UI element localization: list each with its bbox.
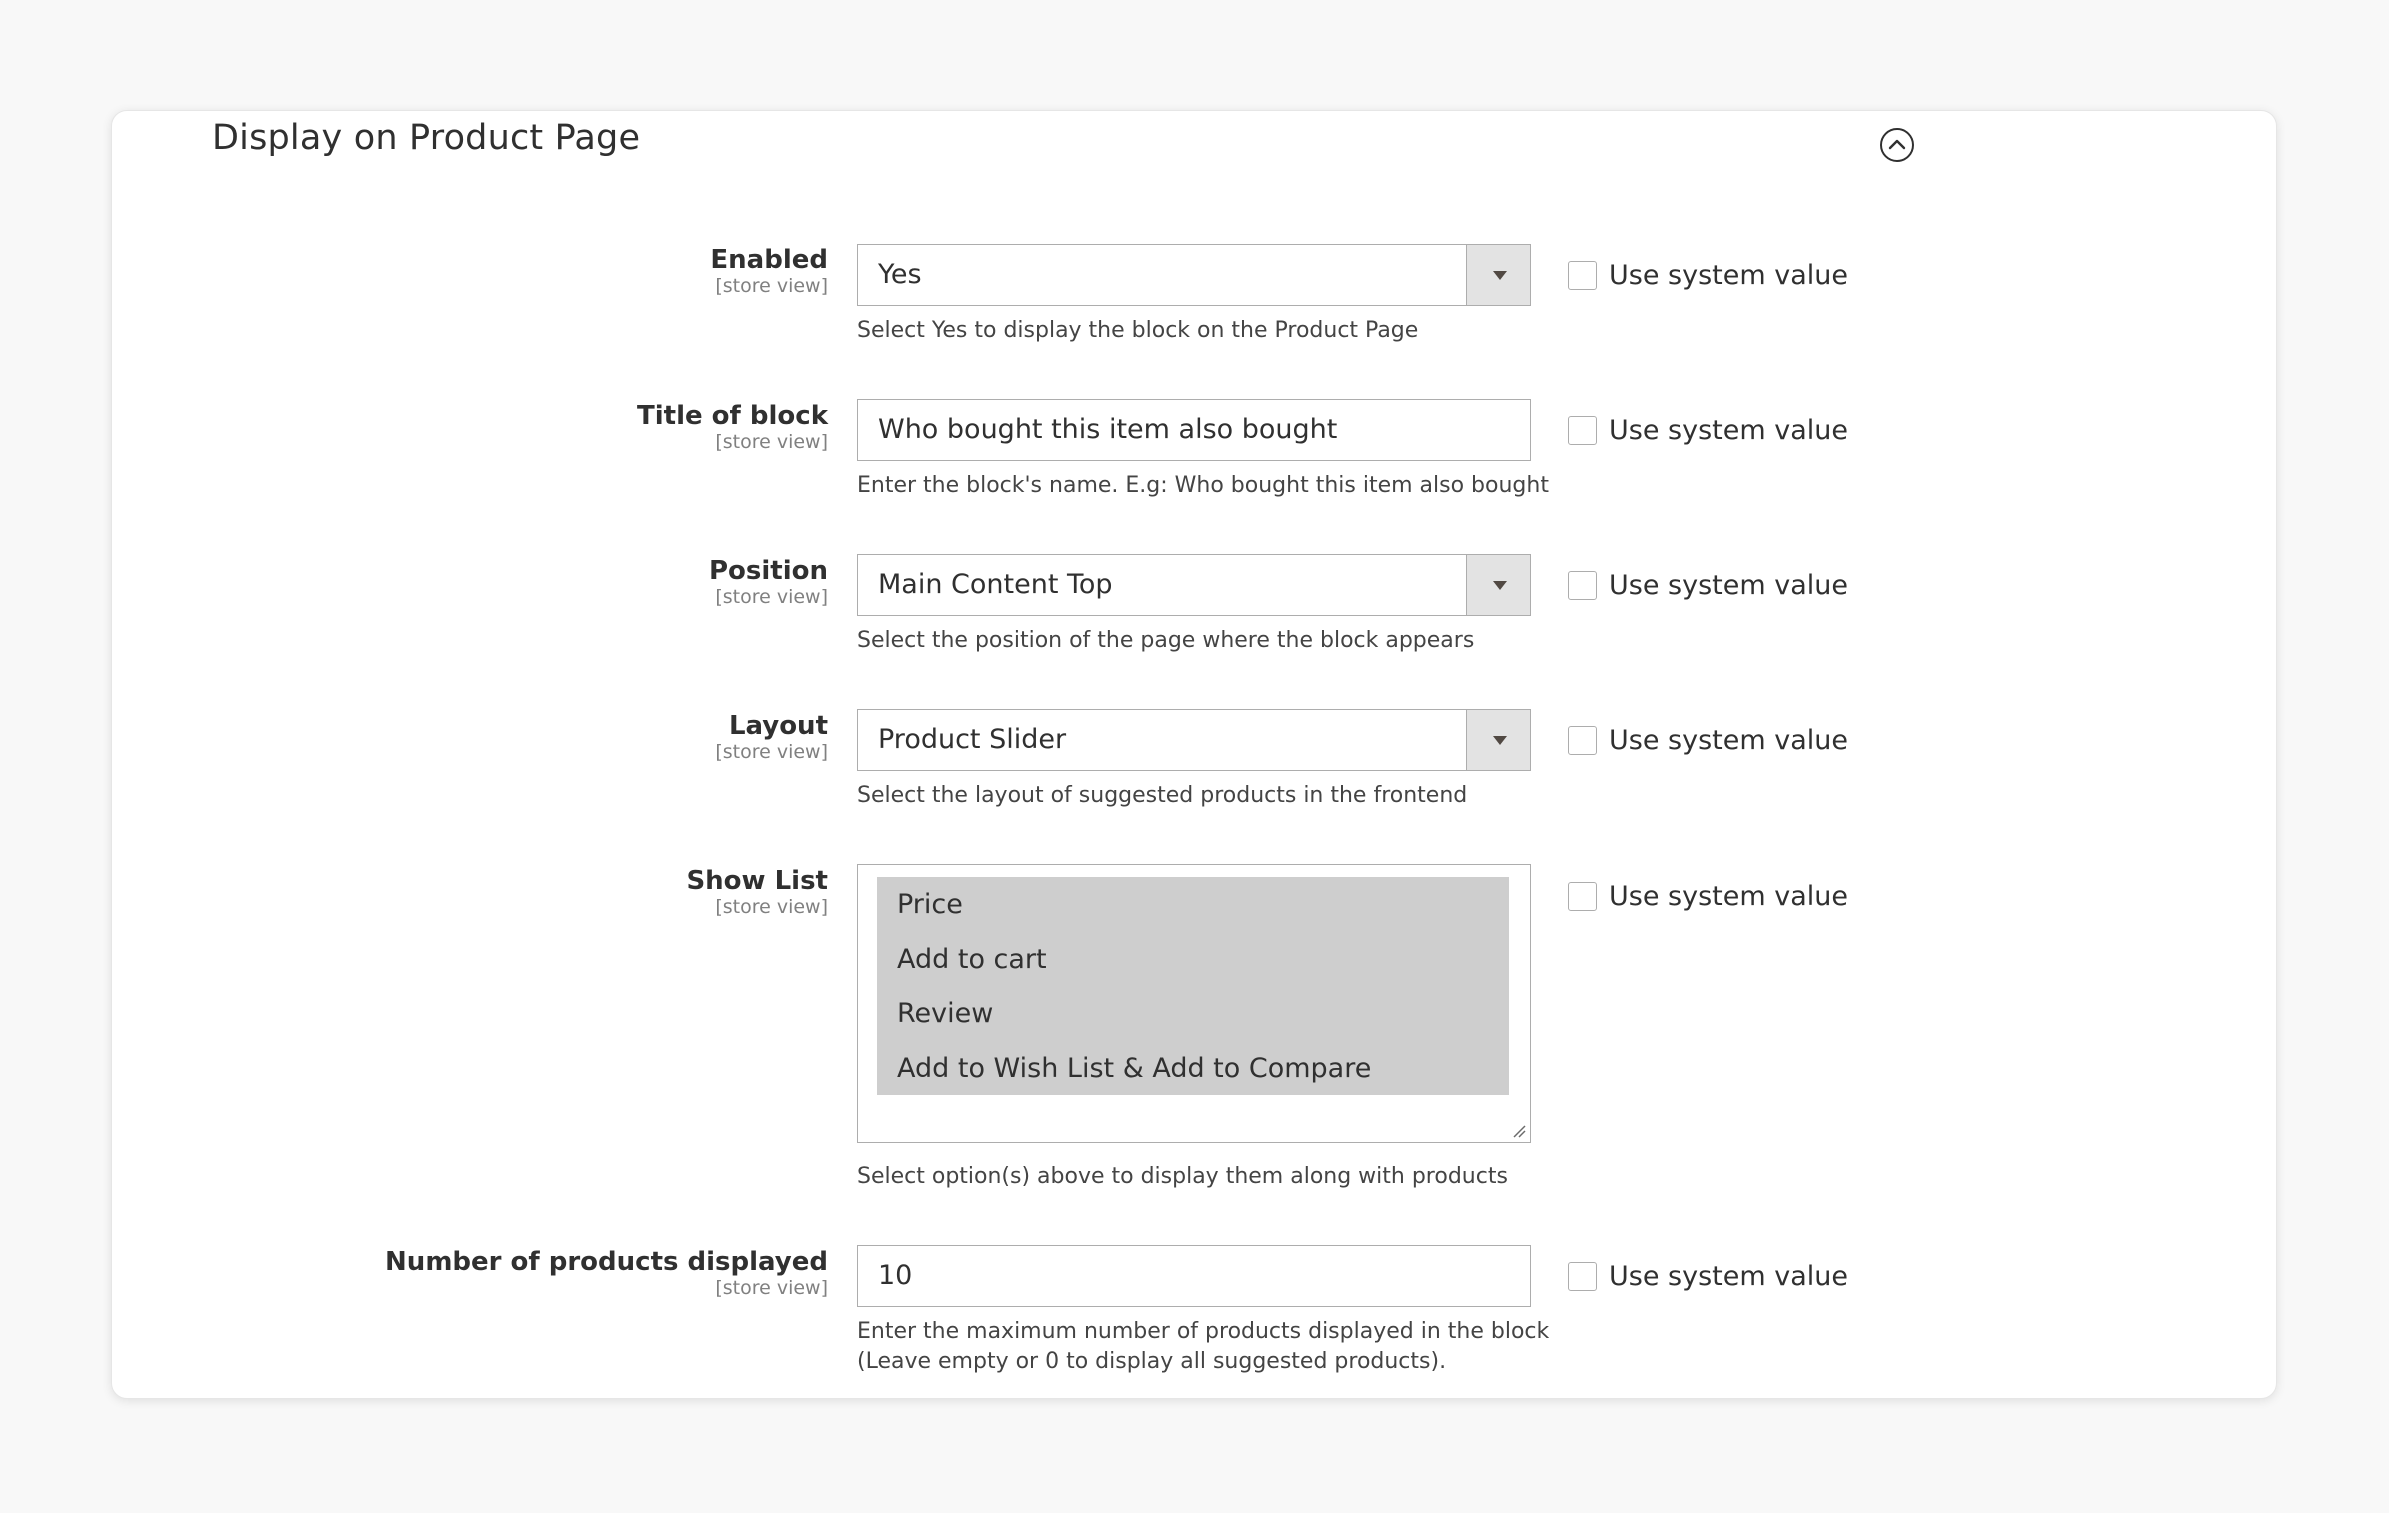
option-wishlist-compare[interactable]: Add to Wish List & Add to Compare [897,1052,1371,1086]
input-value: 10 [878,1260,913,1291]
field-label-layout: Layout [store view] [715,709,828,763]
field-note: Select Yes to display the block on the P… [857,318,1419,343]
field-label-enabled: Enabled [store view] [710,243,828,297]
use-system-value-checkbox[interactable] [1568,725,1597,755]
field-note: Enter the block's name. E.g: Who bought … [857,473,1549,498]
use-system-value-position[interactable]: Use system value [1568,568,1848,602]
scope-label: [store view] [715,275,828,297]
use-system-value-title-of-block[interactable]: Use system value [1568,413,1848,447]
option-add-to-cart[interactable]: Add to cart [897,943,1047,977]
field-label-number-of-products: Number of products displayed [store view… [385,1245,828,1299]
show-list-multiselect[interactable]: Price Add to cart Review Add to Wish Lis… [857,864,1531,1143]
scope-label: [store view] [715,431,828,453]
select-value: Main Content Top [878,569,1113,600]
use-system-value-number-of-products[interactable]: Use system value [1568,1259,1848,1293]
resize-grip-icon[interactable] [1512,1124,1526,1138]
use-system-value-checkbox[interactable] [1568,260,1597,290]
title-of-block-input[interactable]: Who bought this item also bought [857,399,1531,461]
use-system-value-layout[interactable]: Use system value [1568,723,1848,757]
field-note: Select the position of the page where th… [857,628,1475,653]
field-note-line-2: (Leave empty or 0 to display all suggest… [857,1349,1447,1374]
label-text: Title of block [637,401,828,431]
use-system-value-checkbox[interactable] [1568,1261,1597,1291]
label-text: Layout [728,711,828,741]
select-value: Product Slider [878,724,1067,755]
label-text: Show List [686,866,828,896]
dropdown-button[interactable] [1466,710,1530,770]
caret-down-icon [1493,271,1507,280]
layout-select[interactable]: Product Slider [857,709,1531,771]
use-system-value-label: Use system value [1609,259,1848,291]
use-system-value-label: Use system value [1609,414,1848,446]
use-system-value-label: Use system value [1609,1260,1848,1292]
option-price[interactable]: Price [897,888,963,922]
select-value: Yes [878,259,922,290]
field-label-show-list: Show List [store view] [686,864,828,918]
selected-options-block: Price Add to cart Review Add to Wish Lis… [877,877,1509,1095]
field-note: Select the layout of suggested products … [857,783,1468,808]
position-select[interactable]: Main Content Top [857,554,1531,616]
dropdown-button[interactable] [1466,245,1530,305]
caret-down-icon [1493,581,1507,590]
field-note: Select option(s) above to display them a… [857,1164,1508,1189]
scope-label: [store view] [715,741,828,763]
label-text: Number of products displayed [385,1247,828,1277]
number-of-products-input[interactable]: 10 [857,1245,1531,1307]
use-system-value-enabled[interactable]: Use system value [1568,258,1848,292]
label-text: Position [708,556,828,586]
use-system-value-checkbox[interactable] [1568,570,1597,600]
chevron-up-circle-icon[interactable] [1879,127,1915,163]
caret-down-icon [1493,736,1507,745]
use-system-value-checkbox[interactable] [1568,415,1597,445]
use-system-value-checkbox[interactable] [1568,881,1597,911]
scope-label: [store view] [715,1277,828,1299]
use-system-value-label: Use system value [1609,880,1848,912]
input-value: Who bought this item also bought [878,414,1338,445]
use-system-value-show-list[interactable]: Use system value [1568,879,1848,913]
field-note-line-1: Enter the maximum number of products dis… [857,1319,1550,1344]
scope-label: [store view] [715,586,828,608]
field-label-position: Position [store view] [709,554,828,608]
scope-label: [store view] [715,896,828,918]
use-system-value-label: Use system value [1609,569,1848,601]
field-label-title-of-block: Title of block [store view] [637,399,828,453]
use-system-value-label: Use system value [1609,724,1848,756]
label-text: Enabled [710,245,828,275]
option-review[interactable]: Review [897,997,993,1031]
section-title: Display on Product Page [212,118,641,158]
enabled-select[interactable]: Yes [857,244,1531,306]
dropdown-button[interactable] [1466,555,1530,615]
